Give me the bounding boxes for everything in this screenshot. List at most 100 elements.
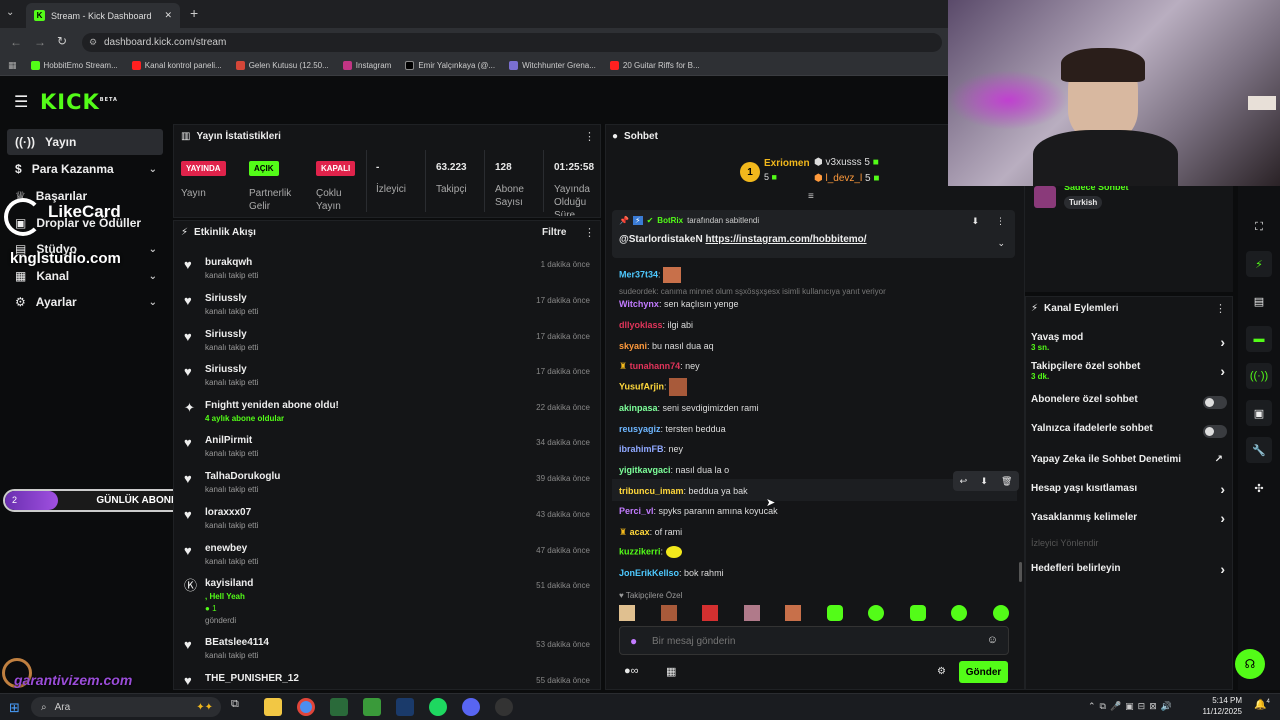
sidebar-item-para-kazanma[interactable]: $ Para Kazanma ⌄ bbox=[7, 156, 163, 182]
task-view-icon[interactable]: ⧉ bbox=[231, 698, 249, 716]
action-slow-mode[interactable]: Yavaş mod 3 sn. › bbox=[1031, 332, 1227, 356]
app-icon[interactable] bbox=[363, 698, 381, 716]
browser-tab[interactable]: K Stream - Kick Dashboard ✕ bbox=[26, 3, 180, 28]
bookmark[interactable]: HobbitEmo Stream... bbox=[30, 61, 118, 70]
chat-message[interactable]: YusufArjin: bbox=[619, 378, 688, 396]
system-tray-icons[interactable]: ⌃⧉🎤▣⊟⊠🔊 bbox=[1088, 701, 1176, 712]
emote-icon[interactable] bbox=[868, 605, 885, 621]
sidebar-item-yayin[interactable]: ((·)) Yayın bbox=[7, 129, 163, 155]
chat-message[interactable]: dllyoklass: ilgi abi bbox=[619, 320, 693, 330]
chat-message[interactable]: Perci_vl: spyks paranın amına koyucak bbox=[619, 506, 778, 516]
emote-icon[interactable] bbox=[785, 605, 802, 621]
emote-icon[interactable] bbox=[951, 605, 968, 621]
bookmark[interactable]: Instagram bbox=[342, 61, 391, 70]
more-icon[interactable]: ⋮ bbox=[584, 130, 595, 143]
unpin-icon[interactable]: ⬇ bbox=[971, 216, 979, 227]
badges-icon[interactable]: ●∞ bbox=[624, 665, 639, 677]
chat-input[interactable]: ● ☺ bbox=[619, 626, 1009, 655]
pinned-link[interactable]: https://instagram.com/hobbitemo/ bbox=[705, 234, 866, 245]
action-set-goals[interactable]: Hedefleri belirleyin › bbox=[1031, 561, 1227, 581]
layout-icon[interactable]: ▣ bbox=[1246, 400, 1272, 426]
expand-leaderboard-icon[interactable]: ≡ bbox=[808, 191, 814, 202]
bookmark[interactable]: Kanal kontrol paneli... bbox=[131, 61, 222, 70]
spotify-icon[interactable] bbox=[429, 698, 447, 716]
chat-bubble-icon[interactable]: ▬ bbox=[1246, 326, 1272, 352]
apps-grid-icon[interactable]: ▦ bbox=[8, 60, 17, 71]
mic-icon[interactable]: ● bbox=[630, 634, 637, 648]
toggle-switch[interactable] bbox=[1203, 425, 1227, 438]
message-field[interactable] bbox=[652, 632, 972, 650]
more-icon[interactable]: ⋮ bbox=[584, 226, 595, 239]
obs-icon[interactable] bbox=[495, 698, 513, 716]
steam-icon[interactable] bbox=[396, 698, 414, 716]
close-icon[interactable]: ✕ bbox=[164, 10, 172, 21]
bookmark[interactable]: Witchhunter Grena... bbox=[509, 61, 596, 70]
emote-icon[interactable] bbox=[619, 605, 635, 621]
url-field[interactable]: ⚙ dashboard.kick.com/stream bbox=[82, 33, 942, 52]
chat-message[interactable]: ♜ acax: of rami bbox=[619, 527, 682, 538]
menu-icon[interactable]: ☰ bbox=[14, 92, 28, 112]
flash-icon[interactable]: ⚡ bbox=[1246, 251, 1272, 277]
excel-icon[interactable] bbox=[330, 698, 348, 716]
chat-message[interactable]: kuzzikerri: bbox=[619, 546, 682, 558]
notification-bell-icon[interactable]: 🔔4 bbox=[1254, 699, 1270, 710]
site-info-icon[interactable]: ⚙ bbox=[89, 37, 97, 48]
action-subscribers-only[interactable]: Abonelere özel sohbet bbox=[1031, 394, 1227, 412]
store-icon[interactable]: ▦ bbox=[666, 665, 676, 678]
gear-icon[interactable]: ⚙ bbox=[937, 666, 946, 677]
more-icon[interactable]: ⋮ bbox=[1215, 302, 1226, 315]
new-tab-icon[interactable]: + bbox=[190, 5, 198, 21]
chat-message[interactable]: Witchynx: sen kaçlısın yenge bbox=[619, 299, 739, 309]
chevron-down-icon[interactable]: ⌄ bbox=[997, 238, 1005, 249]
chat-message[interactable]: tribuncu_imam: beddua ya bak bbox=[619, 486, 748, 496]
fullscreen-icon[interactable]: ⛶ bbox=[1246, 214, 1272, 240]
taskbar-search[interactable]: ⌕ Ara ✦✦ bbox=[31, 697, 221, 717]
chrome-icon[interactable] bbox=[297, 698, 315, 716]
emote-icon[interactable] bbox=[826, 605, 843, 621]
wrench-icon[interactable]: 🔧 bbox=[1246, 437, 1272, 463]
kick-logo[interactable]: KICKBETA bbox=[40, 90, 118, 114]
action-banned-words[interactable]: Yasaklanmış kelimeler › bbox=[1031, 510, 1227, 530]
toggle-switch[interactable] bbox=[1203, 396, 1227, 409]
chat-scrollbar[interactable] bbox=[1019, 562, 1022, 582]
emote-icon[interactable] bbox=[992, 605, 1009, 621]
send-button[interactable]: Gönder bbox=[959, 661, 1008, 683]
chat-message[interactable]: reusyagiz: tersten beddua bbox=[619, 424, 726, 434]
chat-message[interactable]: akinpasa: seni sevdigimizden rami bbox=[619, 403, 759, 413]
sidebar-item-ayarlar[interactable]: ⚙ Ayarlar ⌄ bbox=[7, 289, 163, 315]
pin-icon[interactable]: ⬇ bbox=[980, 476, 988, 487]
support-icon[interactable]: ☊ bbox=[1235, 649, 1265, 679]
back-icon[interactable]: ← bbox=[10, 35, 22, 49]
chat-message[interactable]: yigitkavgaci: nasıl dua la o bbox=[619, 465, 729, 475]
chat-message[interactable]: Mer37t34: bbox=[619, 267, 682, 283]
reply-icon[interactable]: ↩ bbox=[960, 476, 968, 487]
clipboard-icon[interactable]: ▤ bbox=[1246, 288, 1272, 314]
bookmark[interactable]: 20 Guitar Riffs for B... bbox=[609, 61, 700, 70]
chat-message[interactable]: ♜ tunahann74: ney bbox=[619, 361, 700, 372]
emote-icon[interactable] bbox=[909, 605, 926, 621]
chat-message[interactable]: JonErikKellso: bok rahmi bbox=[619, 568, 724, 578]
bookmark[interactable]: Emir Yalçınkaya (@... bbox=[405, 61, 495, 70]
emote-icon[interactable] bbox=[660, 605, 677, 621]
action-ai-moderation[interactable]: Yapay Zeka ile Sohbet Denetimi ↗ bbox=[1031, 454, 1227, 472]
more-icon[interactable]: ⋮ bbox=[996, 216, 1005, 227]
emoji-icon[interactable]: ☺ bbox=[987, 634, 998, 646]
bookmark[interactable]: Gelen Kutusu (12.50... bbox=[235, 61, 329, 70]
reload-icon[interactable]: ↻ bbox=[57, 34, 67, 48]
action-account-age[interactable]: Hesap yaşı kısıtlaması › bbox=[1031, 481, 1227, 501]
filter-button[interactable]: Filtre bbox=[542, 227, 566, 238]
emote-icon[interactable] bbox=[702, 605, 719, 621]
chat-message[interactable]: skyani: bu nasıl dua aq bbox=[619, 341, 714, 351]
broadcast-icon[interactable]: ((·)) bbox=[1246, 363, 1272, 389]
action-followers-only[interactable]: Takipçilere özel sohbet 3 dk. › bbox=[1031, 361, 1227, 385]
action-emote-only[interactable]: Yalnızca ifadelerle sohbet bbox=[1031, 423, 1227, 441]
forward-icon[interactable]: → bbox=[34, 35, 46, 49]
emote-icon[interactable] bbox=[743, 605, 760, 621]
chat-message[interactable]: ibrahimFB: ney bbox=[619, 444, 683, 454]
file-explorer-icon[interactable] bbox=[264, 698, 282, 716]
windows-start-icon[interactable]: ⊞ bbox=[9, 700, 20, 716]
trash-icon[interactable]: 🗑 bbox=[1001, 476, 1012, 487]
apps-icon[interactable]: ✣ bbox=[1246, 475, 1272, 501]
discord-icon[interactable] bbox=[462, 698, 480, 716]
tab-list-icon[interactable]: ⌄ bbox=[6, 7, 14, 18]
